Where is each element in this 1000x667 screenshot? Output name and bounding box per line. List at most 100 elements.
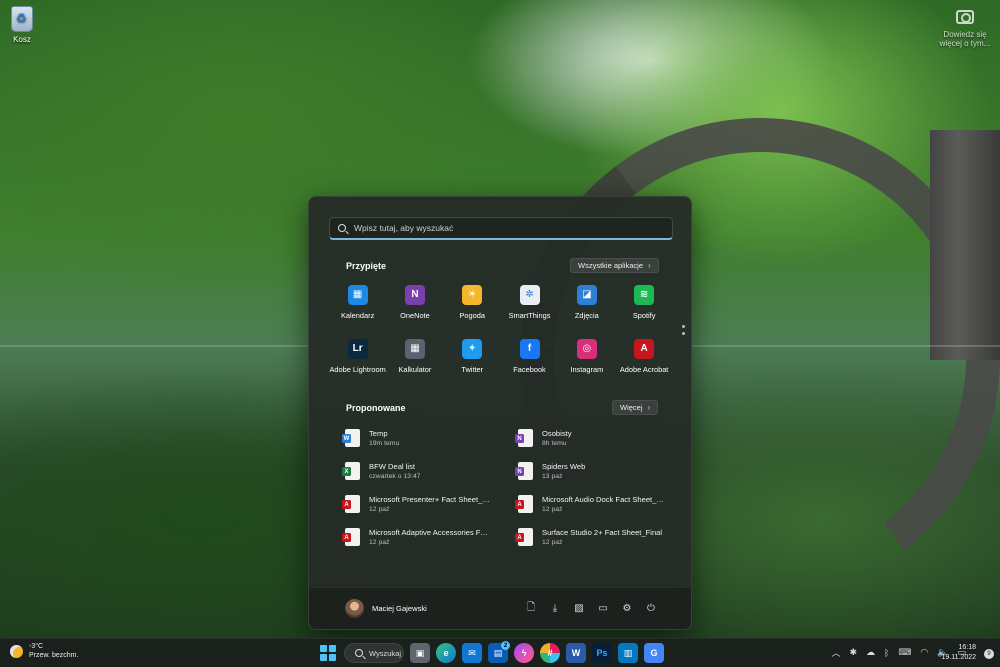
recommended-item[interactable]: X BFW Deal list czwartek o 13:47 (342, 460, 518, 482)
pinned-app-instagram[interactable]: ◎ Instagram (558, 339, 615, 381)
pinned-app-label: Adobe Lightroom (329, 365, 386, 374)
recommended-item[interactable]: A Microsoft Presenter+ Fact Sheet_Fi... 12… (342, 493, 518, 515)
start-search-input[interactable] (354, 223, 654, 233)
pdf-file-icon: A (342, 528, 360, 546)
wifi-icon[interactable]: ◠ (920, 647, 928, 658)
slack-icon[interactable]: # (540, 643, 560, 663)
pinned-app-calendar[interactable]: ▦ Kalendarz (329, 285, 386, 327)
weather-icon: ☀ (462, 285, 483, 305)
taskbar-search-button[interactable]: Wyszukaj (344, 643, 404, 663)
clock[interactable]: 16:18 19.11.2022 (941, 643, 976, 663)
recommended-item-time: czwartek o 13:47 (369, 473, 421, 480)
desktop-icon-recycle-bin[interactable]: Kosz (0, 6, 52, 44)
photoshop-icon[interactable]: Ps (592, 643, 612, 663)
pinned-app-photos[interactable]: ◪ Zdjęcia (558, 285, 615, 327)
all-apps-button[interactable]: Wszystkie aplikacje › (570, 258, 659, 273)
recommended-item-time: 12 paź (369, 506, 390, 513)
translator-icon[interactable]: G (644, 643, 664, 663)
avatar[interactable] (345, 599, 364, 618)
start-search-box[interactable] (329, 217, 673, 240)
page-indicator[interactable] (682, 325, 685, 339)
documents-icon[interactable]: 🗋 (525, 602, 537, 615)
settings-gear-icon[interactable]: ⚙ (621, 603, 633, 615)
file-explorer-icon[interactable]: ▭ (597, 603, 609, 615)
cloud-icon[interactable]: ☁ (866, 647, 875, 658)
pinned-app-twitter[interactable]: ✦ Twitter (444, 339, 501, 381)
mail-icon[interactable]: ✉ (462, 643, 482, 663)
start-footer: Maciej Gajewski 🗋 ⤓ ▨ ▭ ⚙ ⏻ (309, 587, 691, 629)
calculator-icon: ▦ (404, 339, 425, 359)
pinned-app-label: Facebook (513, 365, 546, 374)
pinned-app-onenote[interactable]: N OneNote (386, 285, 443, 327)
clock-date: 19.11.2022 (941, 654, 976, 661)
pinned-app-smartthings[interactable]: ✲ SmartThings (501, 285, 558, 327)
bluetooth-icon[interactable]: ᛒ (884, 648, 889, 658)
pinned-app-label: Kalendarz (341, 311, 375, 320)
pinned-app-label: Twitter (461, 365, 484, 374)
weather-desc: Przew. bezchm. (29, 652, 79, 659)
pinned-app-lightroom[interactable]: Lr Adobe Lightroom (329, 339, 386, 381)
edge-icon[interactable]: e (436, 643, 456, 663)
recommended-item-name: Surface Studio 2+ Fact Sheet_Final (542, 528, 663, 537)
chevron-up-icon[interactable]: ︿ (831, 646, 840, 659)
recommended-item[interactable]: W Temp 19m temu (342, 427, 518, 449)
recommended-item-time: 8h temu (542, 440, 567, 447)
pinned-app-label: Instagram (570, 365, 604, 374)
taskbar-search-label: Wyszukaj (369, 648, 402, 658)
start-button[interactable] (318, 643, 338, 663)
more-button[interactable]: Więcej › (612, 400, 659, 415)
messenger-icon[interactable]: ϟ (514, 643, 534, 663)
chevron-right-icon: › (647, 403, 651, 412)
recommended-item-time: 13 paź (542, 473, 563, 480)
recommended-item[interactable]: A Microsoft Audio Dock Fact Sheet_Fi... 12… (515, 493, 675, 515)
pinned-app-weather[interactable]: ☀ Pogoda (444, 285, 501, 327)
instagram-icon: ◎ (576, 339, 597, 359)
user-name[interactable]: Maciej Gajewski (372, 604, 525, 613)
recommended-item[interactable]: N Osobisty 8h temu (515, 427, 675, 449)
wallpaper-pillar (930, 130, 1000, 360)
pdf-file-icon: A (342, 495, 360, 513)
recommended-item-name: Osobisty (542, 429, 572, 438)
pinned-app-label: Kalkulator (398, 365, 432, 374)
downloads-icon[interactable]: ⤓ (549, 603, 561, 615)
word-icon[interactable]: W (566, 643, 586, 663)
excel-file-icon: X (342, 462, 360, 480)
pinned-app-spotify[interactable]: ≋ Spotify (615, 285, 672, 327)
pdf-file-icon: A (515, 528, 533, 546)
weather-widget[interactable]: -3°C Przew. bezchm. (10, 642, 78, 660)
pinned-app-facebook[interactable]: f Facebook (501, 339, 558, 381)
file-type-badge: A (515, 500, 524, 509)
recommended-item-name: Temp (369, 429, 388, 438)
recommended-item-name: Microsoft Adaptive Accessories Fac... (369, 528, 491, 537)
calendar-icon: ▦ (347, 285, 368, 305)
pinned-app-acrobat[interactable]: A Adobe Acrobat (615, 339, 672, 381)
recommended-item[interactable]: N Spiders Web 13 paź (515, 460, 675, 482)
camera-icon (956, 10, 974, 24)
recommended-item-name: Spiders Web (542, 462, 586, 471)
recommended-item-name: Microsoft Presenter+ Fact Sheet_Fi... (369, 495, 491, 504)
clock-time: 16:18 (958, 644, 976, 651)
pinned-app-label: Pogoda (459, 311, 485, 320)
task-view-icon[interactable]: ▣ (410, 643, 430, 663)
recommended-item-time: 12 paź (542, 506, 563, 513)
desktop-icon-learn-more[interactable]: Dowiedz się więcej o tym... (935, 10, 995, 48)
recommended-item-time: 12 paź (369, 539, 390, 546)
spotify-icon: ≋ (634, 285, 655, 305)
mail-badge: 2 (501, 641, 510, 650)
keyboard-icon[interactable]: ⌨ (898, 647, 911, 658)
recommended-item[interactable]: A Surface Studio 2+ Fact Sheet_Final 12 pa… (515, 526, 675, 548)
pinned-app-calculator[interactable]: ▦ Kalkulator (386, 339, 443, 381)
more-label: Więcej (620, 403, 643, 412)
search-icon (355, 649, 363, 657)
trello-icon[interactable]: ▥ (618, 643, 638, 663)
learn-more-label: Dowiedz się więcej o tym... (939, 30, 991, 48)
file-type-badge: W (342, 434, 351, 443)
teams-icon[interactable]: ▤ 2 (488, 641, 510, 663)
pictures-icon[interactable]: ▨ (573, 603, 585, 615)
power-icon[interactable]: ⏻ (645, 603, 657, 615)
notification-badge[interactable]: 9 (984, 649, 994, 659)
slack-tray-icon[interactable]: ✱ (849, 647, 857, 658)
recycle-bin-icon (11, 6, 33, 32)
pinned-apps-grid: ▦ Kalendarz N OneNote ☀ Pogoda ✲ SmartThings ◪ Zd… (329, 285, 673, 381)
recommended-item[interactable]: A Microsoft Adaptive Accessories Fac... 12… (342, 526, 518, 548)
